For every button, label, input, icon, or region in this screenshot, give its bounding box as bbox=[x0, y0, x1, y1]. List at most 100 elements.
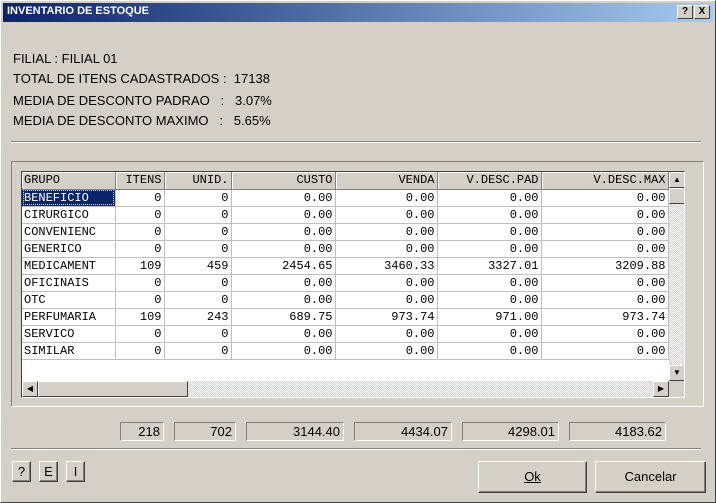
cell-v-desc-max[interactable]: 0.00 bbox=[541, 291, 669, 309]
cell-venda[interactable]: 0.00 bbox=[335, 325, 438, 343]
cancel-button[interactable]: Cancelar bbox=[595, 461, 706, 493]
cell-v-desc-max[interactable]: 0.00 bbox=[541, 223, 669, 241]
cell-grupo[interactable]: SIMILAR bbox=[22, 342, 116, 360]
cell-custo[interactable]: 0.00 bbox=[231, 240, 336, 258]
cell-venda[interactable]: 0.00 bbox=[335, 291, 438, 309]
cell-venda[interactable]: 0.00 bbox=[335, 223, 438, 241]
scroll-down-icon[interactable]: ▼ bbox=[669, 365, 684, 381]
cell-unid[interactable]: 0 bbox=[164, 206, 232, 224]
horizontal-scroll-thumb[interactable] bbox=[38, 381, 188, 397]
cell-itens[interactable]: 0 bbox=[115, 342, 165, 360]
vertical-scrollbar[interactable]: ▲ ▼ bbox=[669, 172, 684, 381]
cell-unid[interactable]: 0 bbox=[164, 240, 232, 258]
horizontal-scrollbar[interactable]: ◀ ▶ bbox=[22, 381, 669, 397]
column-header-custo[interactable]: CUSTO bbox=[231, 172, 336, 190]
cell-itens[interactable]: 0 bbox=[115, 189, 165, 207]
cell-v-desc-pad[interactable]: 971.00 bbox=[437, 308, 542, 326]
table-row[interactable]: PERFUMARIA 109 243 689.75 973.74 971.00 973.74 bbox=[22, 308, 669, 326]
cell-venda[interactable]: 0.00 bbox=[335, 240, 438, 258]
cell-v-desc-max[interactable]: 0.00 bbox=[541, 189, 669, 207]
table-row[interactable]: OFICINAIS 0 0 0.00 0.00 0.00 0.00 bbox=[22, 274, 669, 292]
scroll-left-icon[interactable]: ◀ bbox=[22, 381, 38, 397]
cell-grupo[interactable]: SERVICO bbox=[22, 325, 116, 343]
cell-venda[interactable]: 0.00 bbox=[335, 189, 438, 207]
cell-unid[interactable]: 0 bbox=[164, 274, 232, 292]
cell-v-desc-max[interactable]: 0.00 bbox=[541, 240, 669, 258]
cell-grupo[interactable]: CIRURGICO bbox=[22, 206, 116, 224]
title-bar[interactable]: INVENTARIO DE ESTOQUE ? X bbox=[3, 3, 713, 22]
cell-grupo[interactable]: BENEFICIO bbox=[22, 189, 116, 207]
table-row[interactable]: OTC 0 0 0.00 0.00 0.00 0.00 bbox=[22, 291, 669, 309]
column-header-v-desc-pad[interactable]: V.DESC.PAD bbox=[437, 172, 542, 190]
column-header-itens[interactable]: ITENS bbox=[115, 172, 165, 190]
cell-v-desc-pad[interactable]: 0.00 bbox=[437, 291, 542, 309]
cell-v-desc-pad[interactable]: 0.00 bbox=[437, 240, 542, 258]
table-row[interactable]: CIRURGICO 0 0 0.00 0.00 0.00 0.00 bbox=[22, 206, 669, 224]
cell-grupo[interactable]: OTC bbox=[22, 291, 116, 309]
cell-venda[interactable]: 973.74 bbox=[335, 308, 438, 326]
cell-v-desc-max[interactable]: 0.00 bbox=[541, 274, 669, 292]
cell-custo[interactable]: 689.75 bbox=[231, 308, 336, 326]
cell-v-desc-max[interactable]: 0.00 bbox=[541, 206, 669, 224]
cell-grupo[interactable]: OFICINAIS bbox=[22, 274, 116, 292]
cell-venda[interactable]: 0.00 bbox=[335, 342, 438, 360]
scroll-right-icon[interactable]: ▶ bbox=[653, 381, 669, 397]
cell-unid[interactable]: 0 bbox=[164, 223, 232, 241]
table-row[interactable]: GENERICO 0 0 0.00 0.00 0.00 0.00 bbox=[22, 240, 669, 258]
cell-itens[interactable]: 0 bbox=[115, 325, 165, 343]
cell-v-desc-pad[interactable]: 0.00 bbox=[437, 189, 542, 207]
cell-custo[interactable]: 0.00 bbox=[231, 189, 336, 207]
cell-unid[interactable]: 243 bbox=[164, 308, 232, 326]
cell-v-desc-pad[interactable]: 0.00 bbox=[437, 274, 542, 292]
table-row[interactable]: SIMILAR 0 0 0.00 0.00 0.00 0.00 bbox=[22, 342, 669, 360]
cell-v-desc-max[interactable]: 0.00 bbox=[541, 325, 669, 343]
cell-venda[interactable]: 0.00 bbox=[335, 274, 438, 292]
cell-custo[interactable]: 0.00 bbox=[231, 274, 336, 292]
cell-itens[interactable]: 0 bbox=[115, 240, 165, 258]
table-row[interactable]: SERVICO 0 0 0.00 0.00 0.00 0.00 bbox=[22, 325, 669, 343]
cell-custo[interactable]: 2454.65 bbox=[231, 257, 336, 275]
cell-grupo[interactable]: PERFUMARIA bbox=[22, 308, 116, 326]
cell-grupo[interactable]: CONVENIENC bbox=[22, 223, 116, 241]
help-button[interactable]: ? bbox=[12, 461, 31, 482]
inventory-grid[interactable]: GRUPO ITENS UNID. CUSTO VENDA V.DESC.PAD… bbox=[21, 171, 685, 398]
cell-custo[interactable]: 0.00 bbox=[231, 342, 336, 360]
cell-v-desc-pad[interactable]: 0.00 bbox=[437, 206, 542, 224]
cell-unid[interactable]: 0 bbox=[164, 189, 232, 207]
cell-unid[interactable]: 459 bbox=[164, 257, 232, 275]
cell-itens[interactable]: 109 bbox=[115, 308, 165, 326]
ok-button[interactable]: Ok bbox=[478, 461, 587, 493]
column-header-venda[interactable]: VENDA bbox=[335, 172, 438, 190]
cell-unid[interactable]: 0 bbox=[164, 342, 232, 360]
cell-custo[interactable]: 0.00 bbox=[231, 206, 336, 224]
cell-itens[interactable]: 0 bbox=[115, 223, 165, 241]
cell-unid[interactable]: 0 bbox=[164, 325, 232, 343]
cell-grupo[interactable]: MEDICAMENT bbox=[22, 257, 116, 275]
cell-v-desc-pad[interactable]: 3327.01 bbox=[437, 257, 542, 275]
cell-v-desc-max[interactable]: 0.00 bbox=[541, 342, 669, 360]
cell-custo[interactable]: 0.00 bbox=[231, 223, 336, 241]
table-row[interactable]: MEDICAMENT 109 459 2454.65 3460.33 3327.01 320… bbox=[22, 257, 669, 275]
cell-itens[interactable]: 0 bbox=[115, 206, 165, 224]
cell-venda[interactable]: 0.00 bbox=[335, 206, 438, 224]
cell-custo[interactable]: 0.00 bbox=[231, 325, 336, 343]
cell-grupo[interactable]: GENERICO bbox=[22, 240, 116, 258]
cell-itens[interactable]: 109 bbox=[115, 257, 165, 275]
column-header-v-desc-max[interactable]: V.DESC.MAX bbox=[541, 172, 669, 190]
table-row[interactable]: BENEFICIO 0 0 0.00 0.00 0.00 0.00 bbox=[22, 189, 669, 207]
cell-v-desc-pad[interactable]: 0.00 bbox=[437, 342, 542, 360]
vertical-scroll-thumb[interactable] bbox=[669, 188, 684, 204]
cell-v-desc-pad[interactable]: 0.00 bbox=[437, 325, 542, 343]
e-button[interactable]: E bbox=[39, 461, 58, 482]
column-header-grupo[interactable]: GRUPO bbox=[22, 172, 116, 190]
scroll-up-icon[interactable]: ▲ bbox=[669, 172, 684, 188]
cell-itens[interactable]: 0 bbox=[115, 274, 165, 292]
i-button[interactable]: I bbox=[66, 461, 85, 482]
cell-itens[interactable]: 0 bbox=[115, 291, 165, 309]
close-button[interactable]: X bbox=[694, 5, 710, 19]
help-title-button[interactable]: ? bbox=[677, 5, 693, 19]
table-row[interactable]: CONVENIENC 0 0 0.00 0.00 0.00 0.00 bbox=[22, 223, 669, 241]
cell-v-desc-max[interactable]: 3209.88 bbox=[541, 257, 669, 275]
cell-custo[interactable]: 0.00 bbox=[231, 291, 336, 309]
column-header-unid[interactable]: UNID. bbox=[164, 172, 232, 190]
